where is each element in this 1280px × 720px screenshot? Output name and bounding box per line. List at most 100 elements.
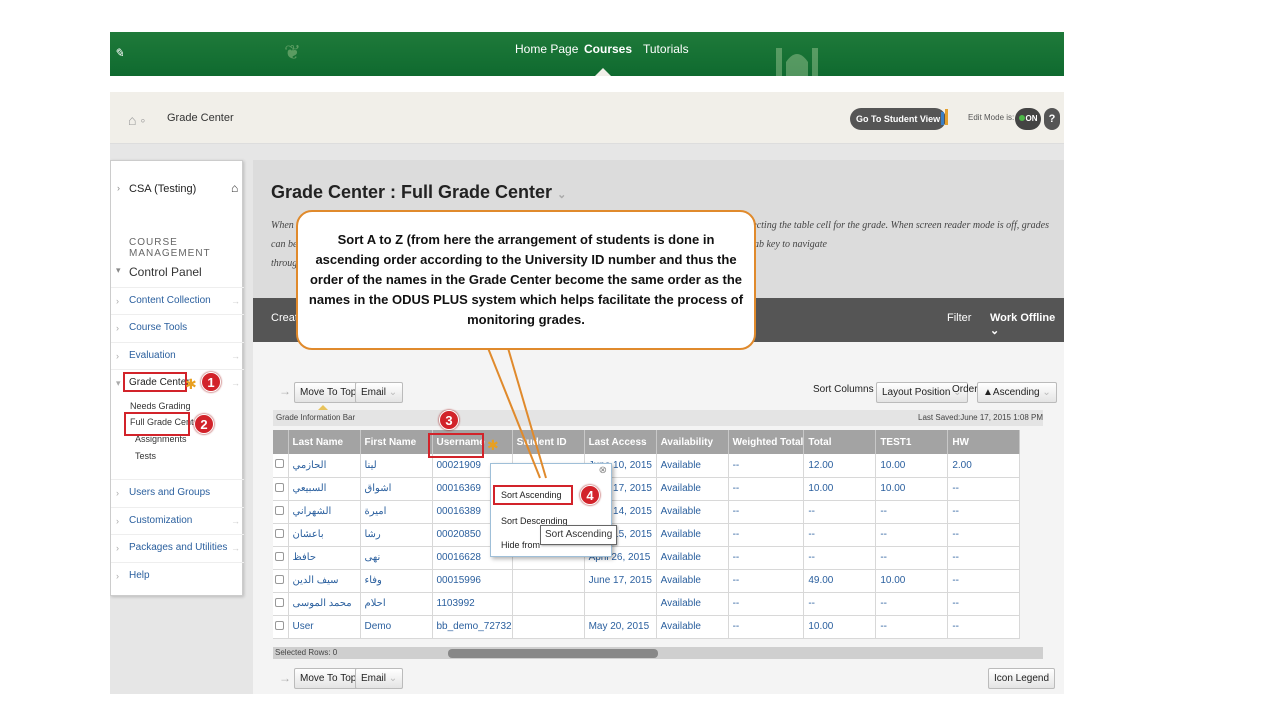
row-checkbox[interactable] [275, 459, 284, 469]
table-cell[interactable]: -- [875, 546, 949, 570]
sidebar-sub-tests[interactable]: Tests [135, 451, 156, 461]
bar-chart-icon[interactable] [940, 109, 952, 125]
select-all-header[interactable] [273, 430, 289, 454]
sidebar-item-customization[interactable]: › Customization → [111, 507, 244, 534]
nav-home-page[interactable]: Home Page [515, 42, 578, 56]
column-header[interactable]: Last Access [584, 430, 657, 454]
table-cell[interactable]: Demo [360, 615, 433, 639]
row-checkbox[interactable] [275, 482, 284, 492]
table-cell[interactable]: اشواق [360, 477, 433, 501]
table-cell[interactable]: Available [656, 523, 729, 547]
move-to-top-button[interactable]: Move To Top [294, 382, 363, 403]
table-cell[interactable] [512, 592, 585, 616]
row-checkbox-cell[interactable] [273, 500, 289, 524]
table-cell[interactable]: -- [947, 569, 1021, 593]
table-cell[interactable]: 10.00 [803, 615, 877, 639]
table-cell[interactable]: May 20, 2015 [584, 615, 657, 639]
table-cell[interactable]: Available [656, 569, 729, 593]
table-cell[interactable]: Available [656, 477, 729, 501]
table-cell[interactable]: -- [728, 500, 805, 524]
table-cell[interactable]: -- [803, 592, 877, 616]
row-checkbox-cell[interactable] [273, 477, 289, 501]
control-panel-heading[interactable]: Control Panel [129, 265, 202, 279]
home-icon[interactable]: ⌂ ◦ [128, 112, 145, 128]
table-cell[interactable] [512, 569, 585, 593]
table-cell[interactable] [512, 615, 585, 639]
table-cell[interactable]: نهى [360, 546, 433, 570]
table-cell[interactable]: -- [728, 546, 805, 570]
table-cell[interactable]: -- [875, 500, 949, 524]
edit-mode-toggle[interactable]: ON [1015, 108, 1041, 130]
row-checkbox-cell[interactable] [273, 454, 289, 478]
column-header[interactable]: First Name [360, 430, 433, 454]
row-checkbox-cell[interactable] [273, 592, 289, 616]
table-cell[interactable]: سيف الدين [288, 569, 361, 593]
sidebar-item-users-and-groups[interactable]: › Users and Groups [111, 479, 244, 506]
icon-legend-button[interactable]: Icon Legend [988, 668, 1056, 689]
table-cell[interactable]: لينا [360, 454, 433, 478]
table-cell[interactable]: -- [875, 615, 949, 639]
table-cell[interactable]: -- [728, 592, 805, 616]
table-cell[interactable]: Available [656, 546, 729, 570]
filter-button[interactable]: Filter [947, 312, 971, 324]
sidebar-item-help[interactable]: › Help [111, 562, 244, 589]
row-checkbox-cell[interactable] [273, 546, 289, 570]
table-cell[interactable] [584, 592, 657, 616]
go-to-student-view-button[interactable]: Go To Student View [850, 108, 947, 130]
table-cell[interactable]: 10.00 [875, 454, 949, 478]
table-cell[interactable]: Available [656, 615, 729, 639]
row-checkbox[interactable] [275, 505, 284, 515]
order-select[interactable]: ▲Ascending ⌄ [977, 382, 1057, 403]
column-header[interactable]: Availability [656, 430, 729, 454]
table-cell[interactable]: Available [656, 500, 729, 524]
table-cell[interactable]: 10.00 [875, 569, 949, 593]
table-cell[interactable]: 12.00 [803, 454, 877, 478]
nav-courses[interactable]: Courses [584, 42, 632, 56]
horizontal-scrollbar-thumb[interactable] [448, 649, 658, 658]
table-cell[interactable]: وفاء [360, 569, 433, 593]
column-header[interactable]: HW [947, 430, 1021, 454]
row-checkbox[interactable] [275, 597, 284, 607]
sidebar-item-evaluation[interactable]: › Evaluation → [111, 342, 244, 369]
table-cell[interactable]: 2.00 [947, 454, 1021, 478]
row-checkbox-cell[interactable] [273, 615, 289, 639]
row-checkbox[interactable] [275, 528, 284, 538]
table-cell[interactable]: -- [947, 546, 1021, 570]
table-cell[interactable]: -- [947, 500, 1021, 524]
table-cell[interactable]: باعشان [288, 523, 361, 547]
column-header[interactable]: TEST1 [875, 430, 949, 454]
table-cell[interactable]: 10.00 [875, 477, 949, 501]
row-checkbox[interactable] [275, 551, 284, 561]
table-cell[interactable]: 00015996 [432, 569, 513, 593]
table-cell[interactable]: السبيعي [288, 477, 361, 501]
sidebar-item-content-collection[interactable]: › Content Collection → [111, 287, 244, 314]
row-checkbox-cell[interactable] [273, 523, 289, 547]
home-icon[interactable]: ⌂ [231, 181, 238, 195]
table-cell[interactable]: -- [728, 523, 805, 547]
email-button-bottom[interactable]: Email ⌄ [355, 668, 404, 689]
sidebar-sub-needs-grading[interactable]: Needs Grading [130, 401, 191, 411]
table-cell[interactable]: -- [875, 523, 949, 547]
column-header[interactable]: Weighted Total [728, 430, 805, 454]
row-checkbox[interactable] [275, 620, 284, 630]
table-cell[interactable]: 1103992 [432, 592, 513, 616]
table-cell[interactable]: -- [728, 477, 805, 501]
table-cell[interactable]: 10.00 [803, 477, 877, 501]
table-cell[interactable]: -- [947, 592, 1021, 616]
table-cell[interactable]: Available [656, 592, 729, 616]
move-to-top-button-bottom[interactable]: Move To Top [294, 668, 363, 689]
table-cell[interactable]: -- [728, 615, 805, 639]
course-title[interactable]: CSA (Testing) [129, 183, 196, 195]
table-cell[interactable]: اميرة [360, 500, 433, 524]
row-checkbox-cell[interactable] [273, 569, 289, 593]
table-cell[interactable]: احلام [360, 592, 433, 616]
row-checkbox[interactable] [275, 574, 284, 584]
help-button[interactable]: ? [1044, 108, 1060, 130]
table-cell[interactable]: -- [947, 615, 1021, 639]
close-icon[interactable]: ⊗ [599, 465, 607, 476]
table-cell[interactable]: محمد الموسى [288, 592, 361, 616]
table-cell[interactable]: -- [728, 569, 805, 593]
column-header[interactable]: Last Name [288, 430, 361, 454]
column-header[interactable]: Total [803, 430, 877, 454]
table-cell[interactable]: حافظ [288, 546, 361, 570]
